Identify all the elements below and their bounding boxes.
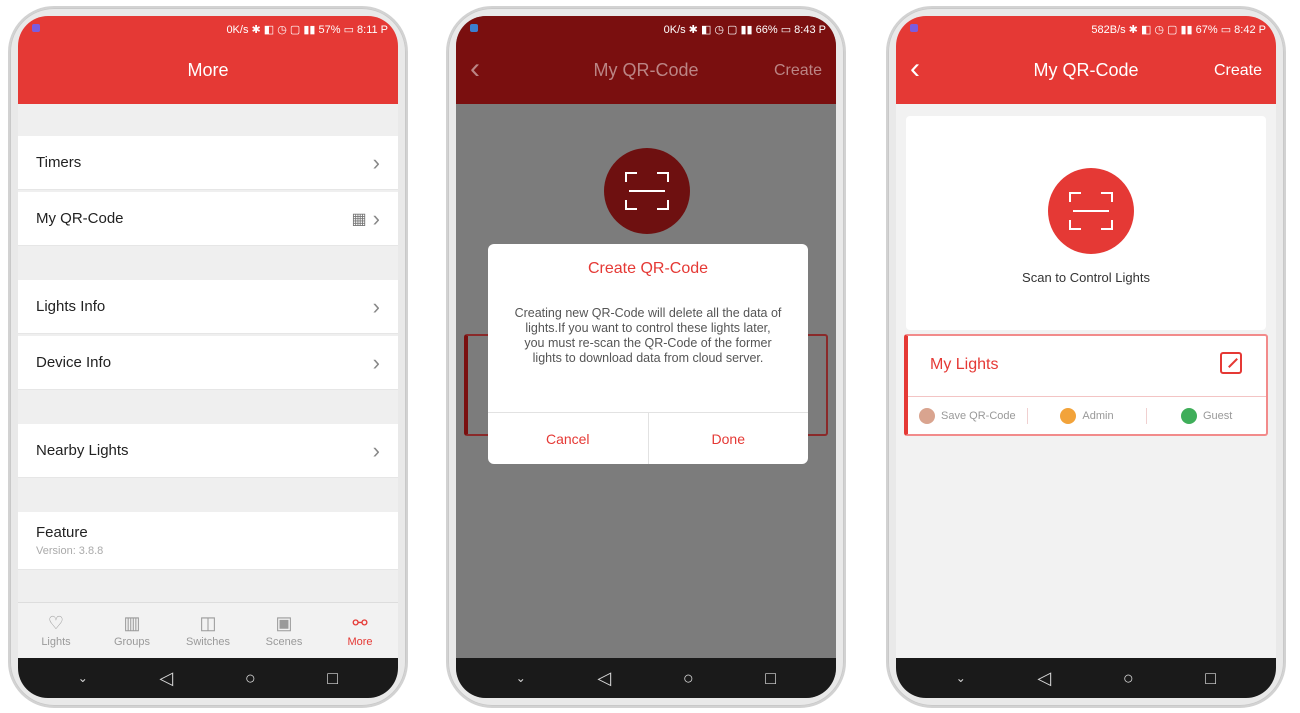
my-lights-title: My Lights [930,356,999,373]
chevron-right-icon: › [372,149,380,175]
save-qr-code-button[interactable]: Save QR-Code [908,407,1027,424]
create-button[interactable]: Create [774,62,822,80]
screen-my-qr-code: 582B/s ✱ ◧ ◷ ▢ ▮▮ 67% ▭ 8:42 P ‹ My QR-C… [896,16,1276,698]
edit-icon[interactable] [1220,352,1242,374]
option-label: Guest [1203,409,1233,422]
android-nav-bar: ⌄ ◁ ○ □ [456,658,836,698]
create-qr-dialog: Create QR-Code Creating new QR-Code will… [488,244,808,464]
phone-more-screen: 0K/s ✱ ◧ ◷ ▢ ▮▮ 57% ▭ 8:11 P More Timers… [8,6,408,708]
status-text: 0K/s ✱ ◧ ◷ ▢ ▮▮ 57% ▭ 8:11 P [226,23,388,36]
chevron-right-icon: › [372,349,380,375]
home-nav-icon[interactable]: ○ [683,668,694,689]
collapse-icon[interactable]: ⌄ [516,671,526,685]
tab-groups[interactable]: ▥ Groups [94,603,170,658]
switch-icon: ◫ [199,612,217,633]
status-bar: 0K/s ✱ ◧ ◷ ▢ ▮▮ 66% ▭ 8:43 P [456,16,836,42]
tab-label: Scenes [265,635,303,648]
header-bar: 582B/s ✱ ◧ ◷ ▢ ▮▮ 67% ▭ 8:42 P ‹ My QR-C… [896,16,1276,104]
row-device-info[interactable]: Device Info › [18,336,398,390]
chevron-right-icon: › [372,205,380,231]
status-text: 0K/s ✱ ◧ ◷ ▢ ▮▮ 66% ▭ 8:43 P [663,23,826,36]
scan-card: Scan to Control Lights [906,116,1266,330]
back-nav-icon[interactable]: ◁ [1037,668,1051,689]
option-label: Admin [1082,409,1114,422]
tab-label: More [347,635,373,648]
home-nav-icon[interactable]: ○ [245,668,256,689]
scan-caption: Scan to Control Lights [1022,270,1150,285]
tab-switches[interactable]: ◫ Switches [170,603,246,658]
tab-scenes[interactable]: ▣ Scenes [246,603,322,658]
bottom-tab-bar: ♡ Lights ▥ Groups ◫ Switches ▣ Scenes ⚯ … [18,602,398,658]
lights-options: Save QR-Code Admin Guest [908,396,1266,434]
page-title: More [187,60,229,80]
dialog-title: Create QR-Code [587,260,709,277]
row-label: Timers [36,154,82,171]
row-feature[interactable]: Feature Version: 3.8.8 [18,512,398,570]
header-bar: 0K/s ✱ ◧ ◷ ▢ ▮▮ 66% ▭ 8:43 P ‹ My QR-Cod… [456,16,836,104]
share-icon: ⚯ [352,612,368,633]
feature-label: Feature [36,524,88,541]
header-bar: 0K/s ✱ ◧ ◷ ▢ ▮▮ 57% ▭ 8:11 P More [18,16,398,104]
version-text: Version: 3.8.8 [36,545,104,557]
dialog-message: Creating new QR-Code will delete all the… [514,306,782,365]
collapse-icon[interactable]: ⌄ [78,671,88,685]
notification-icon [32,24,40,32]
status-bar: 0K/s ✱ ◧ ◷ ▢ ▮▮ 57% ▭ 8:11 P [18,16,398,42]
row-my-qr-code[interactable]: My QR-Code ▦ › [18,192,398,246]
lightbulb-icon: ♡ [47,612,65,633]
my-lights-card: My Lights Save QR-Code Admin Guest [904,334,1268,436]
notification-icon [910,24,918,32]
recents-nav-icon[interactable]: □ [1205,668,1216,689]
tab-label: Groups [113,635,151,648]
phone-qr-screen: 582B/s ✱ ◧ ◷ ▢ ▮▮ 67% ▭ 8:42 P ‹ My QR-C… [886,6,1286,708]
tab-lights[interactable]: ♡ Lights [18,603,94,658]
back-nav-icon[interactable]: ◁ [597,668,611,689]
row-nearby-lights[interactable]: Nearby Lights › [18,424,398,478]
row-label: Nearby Lights [36,442,129,459]
cancel-button[interactable]: Cancel [488,413,649,464]
status-bar: 582B/s ✱ ◧ ◷ ▢ ▮▮ 67% ▭ 8:42 P [896,16,1276,42]
scan-icon[interactable] [1048,168,1134,254]
dialog-buttons: Cancel Done [488,412,808,464]
row-timers[interactable]: Timers › [18,136,398,190]
row-label: My QR-Code [36,210,124,227]
home-nav-icon[interactable]: ○ [1123,668,1134,689]
phone-dialog-screen: 0K/s ✱ ◧ ◷ ▢ ▮▮ 66% ▭ 8:43 P ‹ My QR-Cod… [446,6,846,708]
tab-label: Lights [41,635,71,648]
create-button[interactable]: Create [1214,62,1262,80]
chevron-right-icon: › [372,293,380,319]
grid-icon: ▥ [123,612,141,633]
collapse-icon[interactable]: ⌄ [956,671,966,685]
screen-more: 0K/s ✱ ◧ ◷ ▢ ▮▮ 57% ▭ 8:11 P More Timers… [18,16,398,698]
back-nav-icon[interactable]: ◁ [159,668,173,689]
save-icon [919,407,936,424]
notification-icon [470,24,478,32]
chevron-right-icon: › [372,437,380,463]
qr-code-icon: ▦ [351,210,367,228]
status-text: 582B/s ✱ ◧ ◷ ▢ ▮▮ 67% ▭ 8:42 P [1091,23,1266,36]
tab-more[interactable]: ⚯ More [322,603,398,658]
tab-label: Switches [185,635,231,648]
row-label: Lights Info [36,298,106,315]
recents-nav-icon[interactable]: □ [765,668,776,689]
row-label: Device Info [36,354,112,371]
guest-button[interactable]: Guest [1147,407,1266,424]
row-lights-info[interactable]: Lights Info › [18,280,398,334]
admin-icon [1060,407,1077,424]
android-nav-bar: ⌄ ◁ ○ □ [18,658,398,698]
scan-icon [604,148,690,234]
admin-button[interactable]: Admin [1026,407,1148,424]
option-label: Save QR-Code [941,409,1016,422]
guest-icon [1181,407,1197,424]
scenes-icon: ▣ [275,612,293,633]
screen-create-dialog: 0K/s ✱ ◧ ◷ ▢ ▮▮ 66% ▭ 8:43 P ‹ My QR-Cod… [456,16,836,698]
recents-nav-icon[interactable]: □ [327,668,338,689]
android-nav-bar: ⌄ ◁ ○ □ [896,658,1276,698]
done-button[interactable]: Done [649,413,809,464]
